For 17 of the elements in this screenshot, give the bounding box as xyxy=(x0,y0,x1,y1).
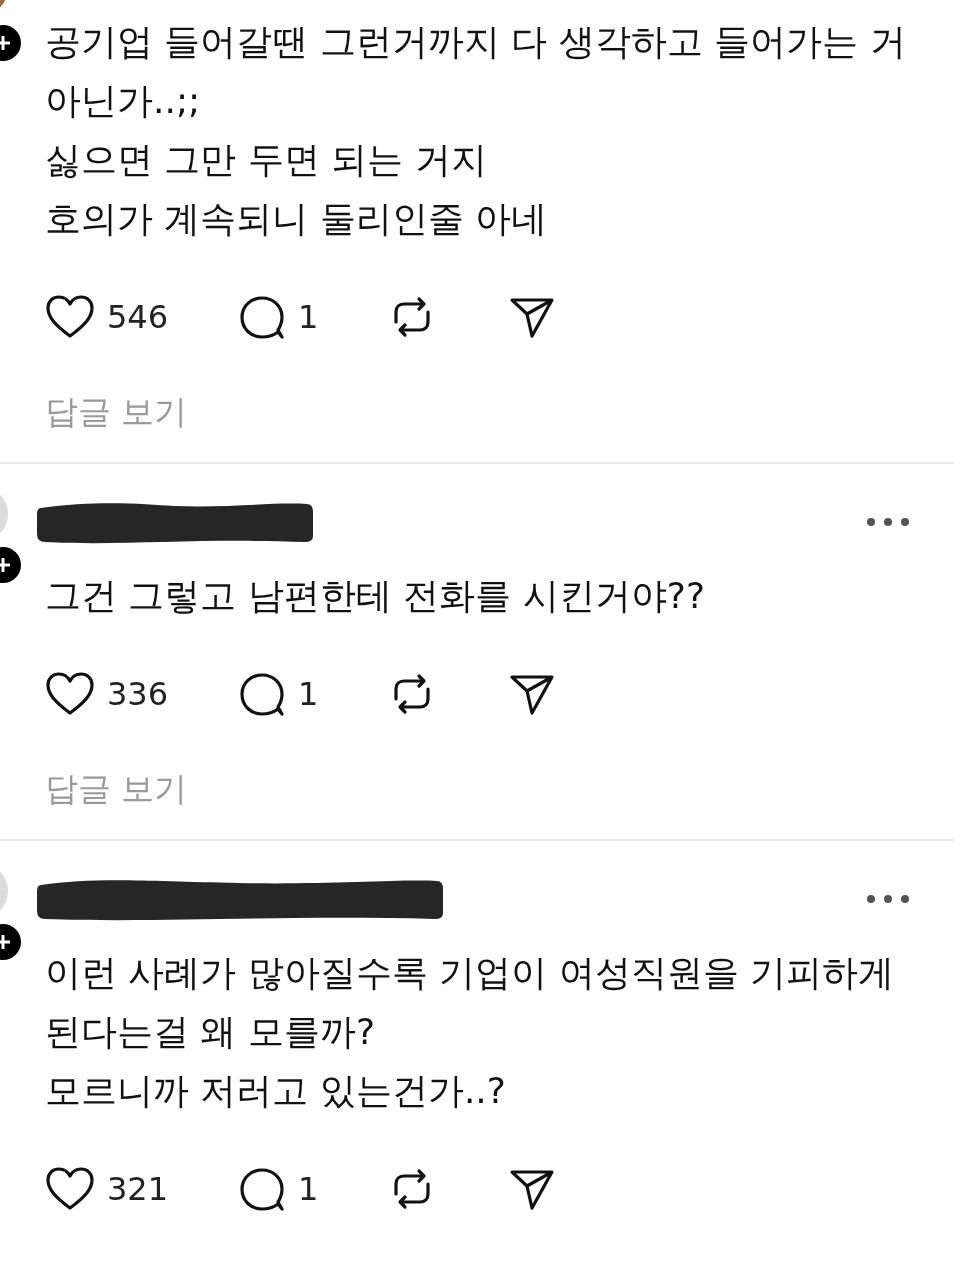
comment-text: 이런 사례가 많아질수록 기업이 여성직원을 기피하게 된다는걸 왜 모를까? 모르니까 저러고 있는건가..? xyxy=(45,951,896,1113)
reply-button[interactable]: 1 xyxy=(238,671,319,717)
comment-icon xyxy=(238,671,287,717)
like-button[interactable]: 546 xyxy=(45,294,169,340)
like-button[interactable]: 321 xyxy=(45,1166,169,1212)
like-button[interactable]: 336 xyxy=(45,671,169,717)
heart-icon xyxy=(45,671,95,717)
comment-icon xyxy=(238,1166,287,1212)
comment-text: 그건 그렇고 남편한테 전화를 시킨거야?? xyxy=(45,574,706,618)
reply-button[interactable]: 1 xyxy=(238,1166,319,1212)
heart-icon xyxy=(45,294,95,340)
heart-icon xyxy=(45,1166,95,1212)
more-icon[interactable] xyxy=(866,517,910,527)
comment-icon xyxy=(238,294,287,340)
reply-button[interactable]: 1 xyxy=(238,294,319,340)
more-icon[interactable] xyxy=(866,894,910,904)
comment-text: 공기업 들어갈땐 그런거까지 다 생각하고 들어가는 거 아닌가..;; 싫으면 그만 두면 되는 거지 호의가 계속되니 둘리인줄 아네 xyxy=(45,20,907,241)
